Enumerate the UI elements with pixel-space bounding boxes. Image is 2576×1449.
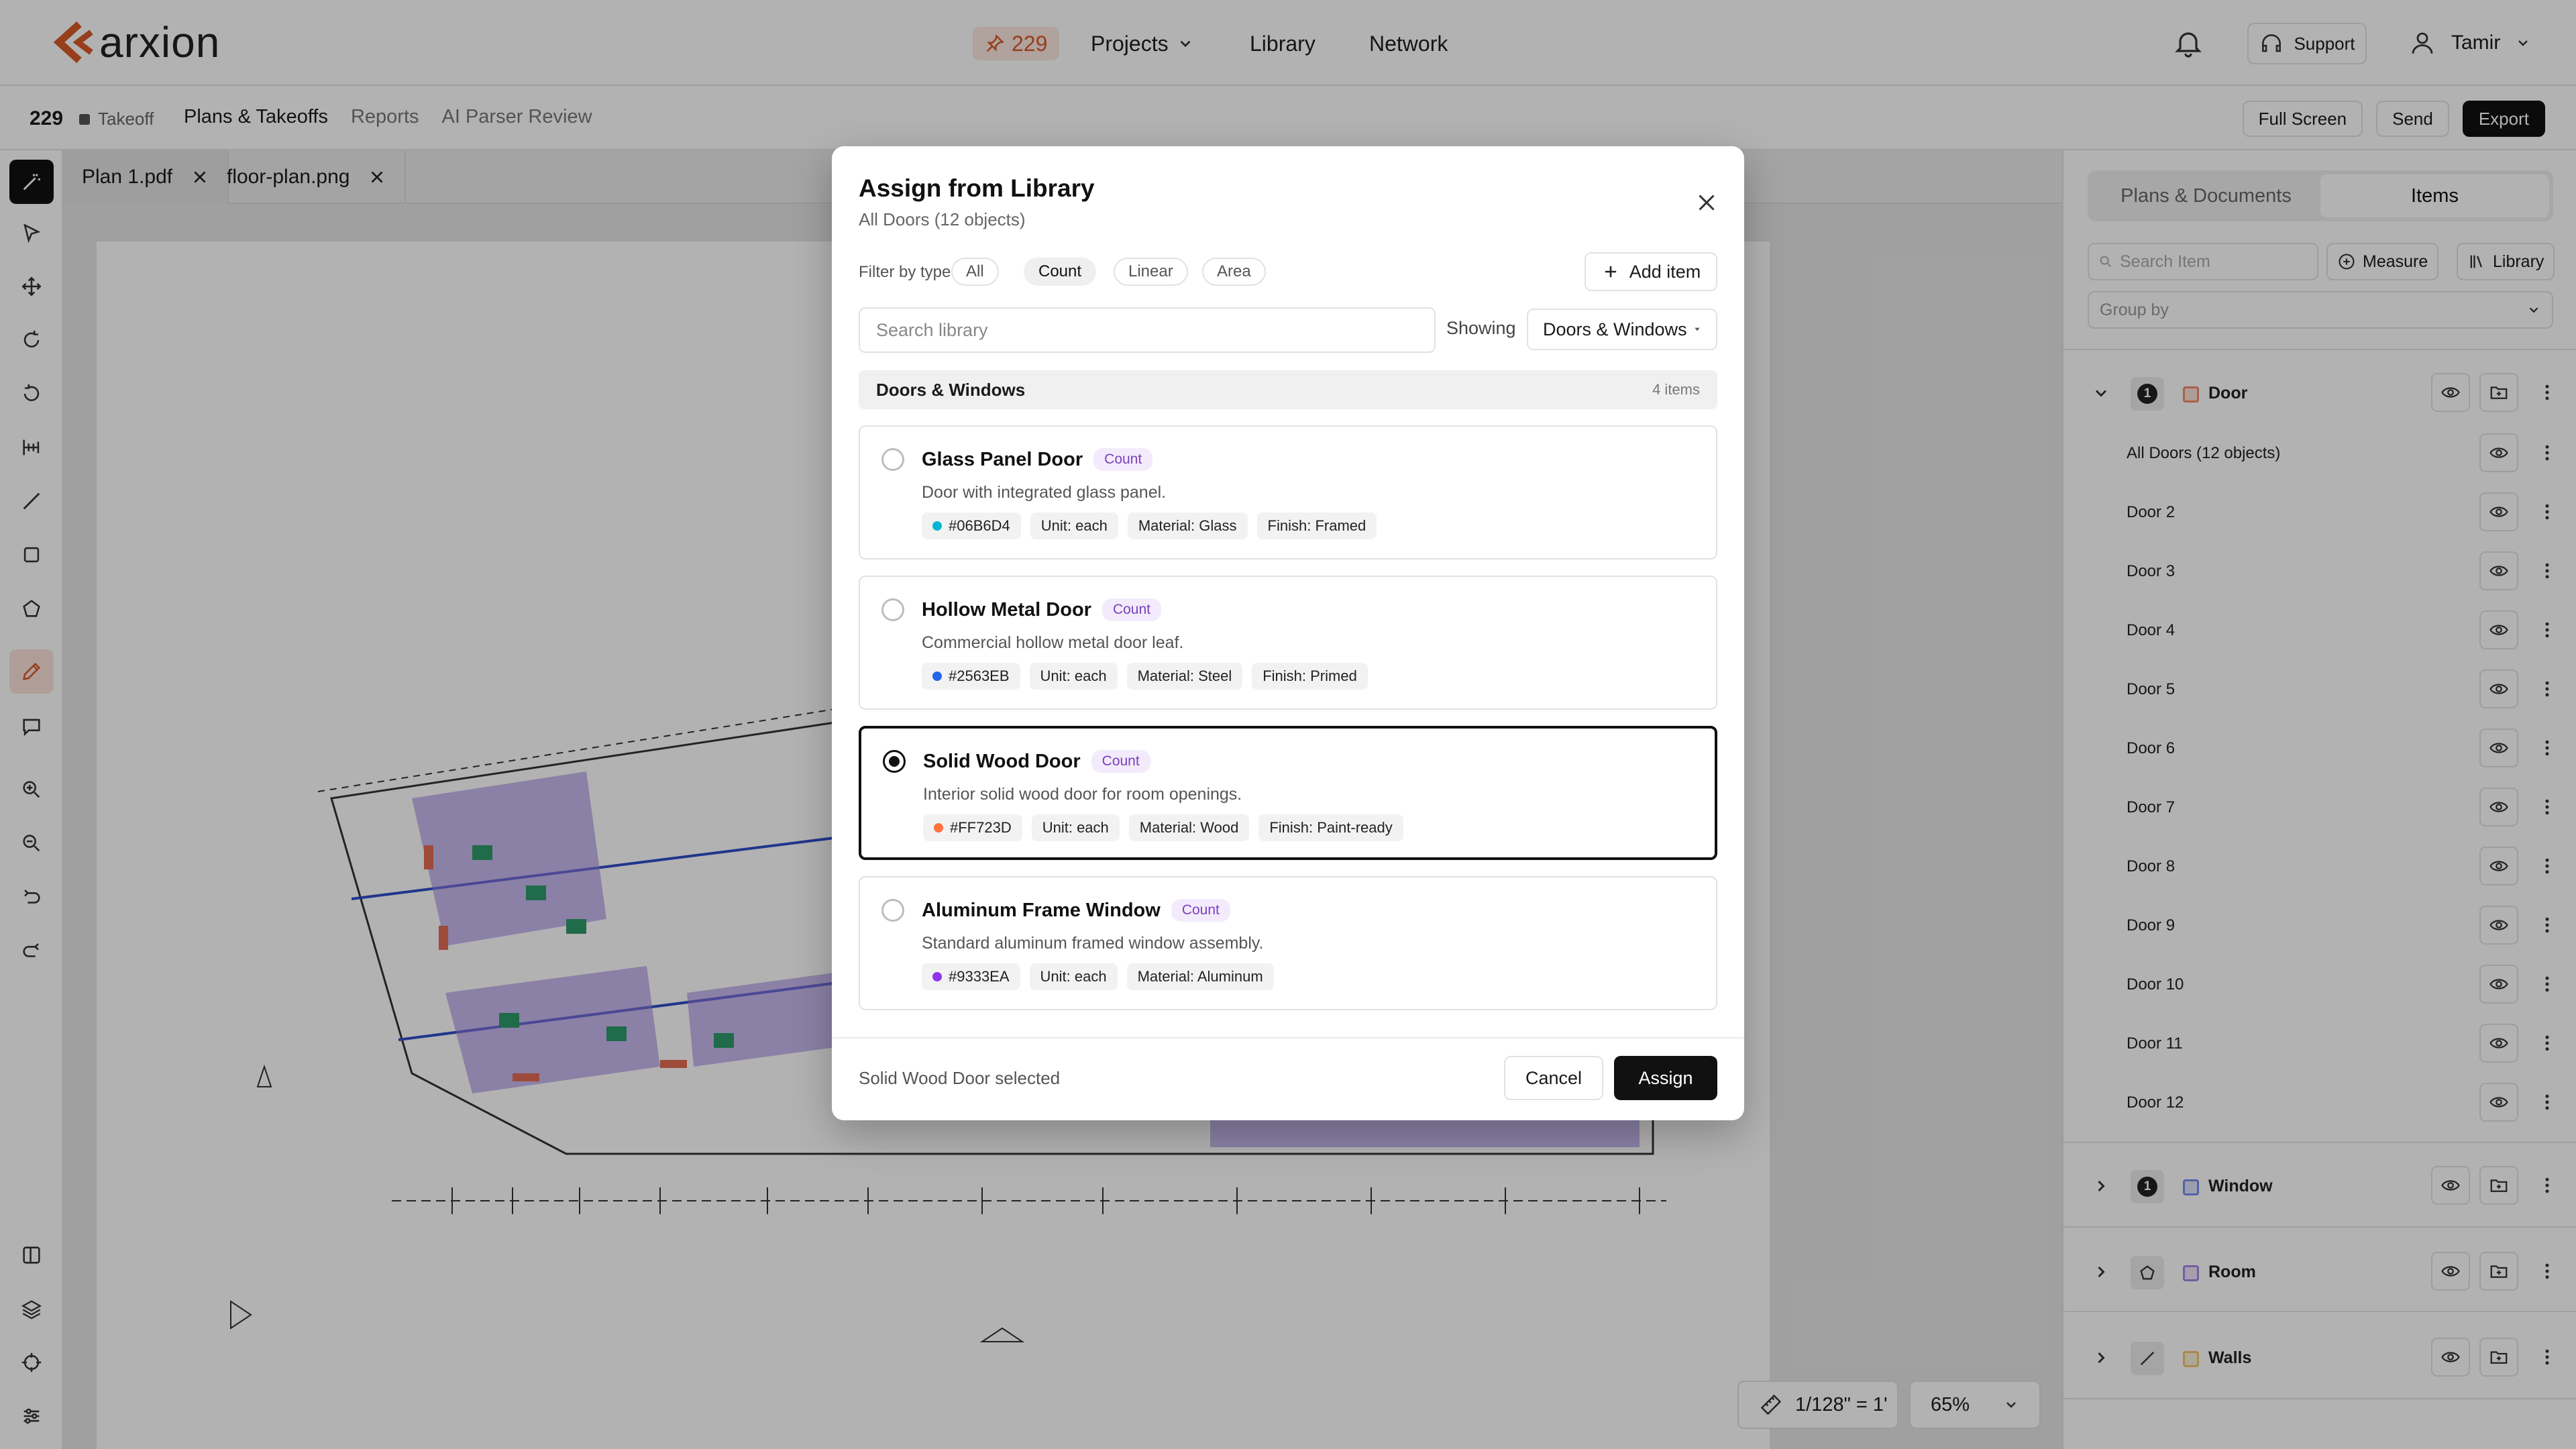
attribute-tag: #9333EA (922, 963, 1020, 990)
attribute-tag-text: Finish: Paint-ready (1269, 819, 1393, 836)
attribute-tag: Unit: each (1029, 663, 1118, 690)
attribute-tag-text: Material: Steel (1137, 667, 1232, 684)
color-dot-icon (932, 672, 942, 681)
attribute-tag-text: #9333EA (949, 968, 1010, 985)
select-radio[interactable] (881, 448, 904, 471)
color-dot-icon (932, 521, 942, 531)
attribute-tag-text: Material: Glass (1138, 517, 1237, 534)
showing-value: Doors & Windows (1543, 319, 1687, 339)
library-item-card[interactable]: Glass Panel Door Count Door with integrate… (859, 425, 1717, 559)
selection-status: Solid Wood Door selected (859, 1068, 1061, 1088)
showing-label: Showing (1446, 318, 1516, 338)
attribute-tag: Material: Glass (1127, 513, 1248, 539)
attribute-tag-text: #06B6D4 (949, 517, 1010, 534)
showing-select[interactable]: Doors & Windows (1527, 309, 1717, 350)
attribute-tag-text: Unit: each (1040, 968, 1107, 985)
attribute-tag: #FF723D (923, 814, 1022, 841)
item-name: Solid Wood Door (923, 750, 1081, 772)
select-radio[interactable] (883, 750, 906, 773)
attribute-tag: Material: Wood (1128, 814, 1250, 841)
attribute-tag-text: Material: Wood (1139, 819, 1239, 836)
attribute-tag-text: Material: Aluminum (1137, 968, 1263, 985)
attribute-tag: Unit: each (1029, 963, 1118, 990)
attribute-tag-text: Unit: each (1040, 667, 1107, 684)
close-icon[interactable] (1695, 191, 1719, 215)
library-item-card[interactable]: Hollow Metal Door Count Commercial hollow … (859, 576, 1717, 710)
library-group-header: Doors & Windows 4 items (859, 370, 1717, 409)
attribute-tag-text: #FF723D (950, 819, 1012, 836)
modal-footer-divider (832, 1037, 1744, 1038)
item-type-badge: Count (1093, 448, 1153, 471)
assign-library-modal: Assign from Library All Doors (12 object… (832, 146, 1744, 1120)
attribute-tag-list: #9333EA Unit: each Material: Aluminum (922, 963, 1274, 990)
filter-chip-count[interactable]: Count (1024, 258, 1097, 286)
attribute-tag-list: #FF723D Unit: each Material: Wood Finish: P… (923, 814, 1403, 841)
item-type-badge: Count (1171, 899, 1230, 922)
attribute-tag-text: Finish: Framed (1267, 517, 1366, 534)
item-type-badge: Count (1102, 598, 1161, 621)
attribute-tag-list: #2563EB Unit: each Material: Steel Finish: … (922, 663, 1368, 690)
attribute-tag: Material: Aluminum (1126, 963, 1274, 990)
select-radio[interactable] (881, 899, 904, 922)
attribute-tag: Material: Steel (1126, 663, 1243, 690)
modal-subtitle: All Doors (12 objects) (859, 209, 1026, 229)
item-description: Interior solid wood door for room openin… (923, 785, 1242, 804)
item-description: Commercial hollow metal door leaf. (922, 633, 1184, 652)
library-item-card[interactable]: Aluminum Frame Window Count Standard alumi… (859, 876, 1717, 1010)
group-count: 4 items (1652, 381, 1700, 398)
attribute-tag-text: #2563EB (949, 667, 1010, 684)
caret-down-icon (1695, 327, 1700, 331)
filter-chip-area[interactable]: Area (1202, 258, 1266, 286)
select-radio[interactable] (881, 598, 904, 621)
item-title: Hollow Metal Door Count (922, 598, 1161, 621)
item-description: Door with integrated glass panel. (922, 483, 1167, 502)
modal-title: Assign from Library (859, 174, 1095, 202)
library-search-input[interactable]: Search library (859, 307, 1436, 353)
color-dot-icon (932, 972, 942, 981)
item-title: Solid Wood Door Count (923, 750, 1150, 773)
attribute-tag-text: Unit: each (1042, 819, 1109, 836)
attribute-tag: Finish: Paint-ready (1258, 814, 1403, 841)
item-name: Glass Panel Door (922, 448, 1083, 470)
item-title: Aluminum Frame Window Count (922, 899, 1230, 922)
item-name: Hollow Metal Door (922, 598, 1091, 621)
add-item-label: Add item (1629, 261, 1701, 282)
filter-chip-linear[interactable]: Linear (1114, 258, 1188, 286)
attribute-tag-text: Finish: Primed (1263, 667, 1357, 684)
item-description: Standard aluminum framed window assembly… (922, 934, 1264, 953)
attribute-tag: Finish: Primed (1252, 663, 1368, 690)
item-title: Glass Panel Door Count (922, 448, 1153, 471)
filter-chip-all[interactable]: All (951, 258, 999, 286)
attribute-tag-text: Unit: each (1040, 517, 1108, 534)
attribute-tag: Unit: each (1031, 814, 1120, 841)
group-name: Doors & Windows (876, 379, 1026, 400)
cancel-button[interactable]: Cancel (1504, 1056, 1603, 1100)
attribute-tag: #2563EB (922, 663, 1020, 690)
item-name: Aluminum Frame Window (922, 899, 1161, 921)
attribute-tag-list: #06B6D4 Unit: each Material: Glass Finish: … (922, 513, 1377, 539)
attribute-tag: Finish: Framed (1256, 513, 1377, 539)
library-item-card[interactable]: Solid Wood Door Count Interior solid wood … (859, 726, 1717, 860)
library-search-placeholder: Search library (876, 319, 988, 340)
attribute-tag: Unit: each (1030, 513, 1118, 539)
plus-icon (1605, 266, 1616, 278)
item-type-badge: Count (1091, 750, 1150, 773)
attribute-tag: #06B6D4 (922, 513, 1021, 539)
assign-button[interactable]: Assign (1614, 1056, 1717, 1100)
add-item-button[interactable]: Add item (1585, 252, 1717, 291)
filter-label: Filter by type (859, 263, 951, 281)
color-dot-icon (934, 823, 943, 833)
